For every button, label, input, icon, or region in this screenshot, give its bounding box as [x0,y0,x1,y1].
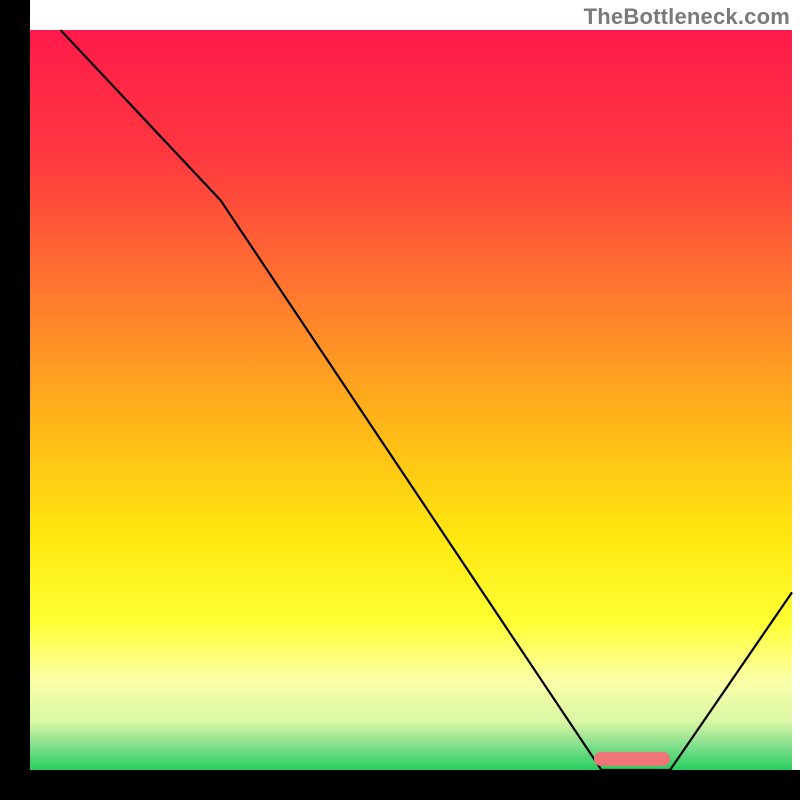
bottleneck-chart [0,0,800,800]
y-axis-bar [0,0,30,800]
x-axis-bar [0,770,800,800]
chart-container: TheBottleneck.com [0,0,800,800]
chart-gradient-bg [30,30,792,770]
attribution-label: TheBottleneck.com [584,4,790,30]
optimal-range-marker [594,752,670,766]
